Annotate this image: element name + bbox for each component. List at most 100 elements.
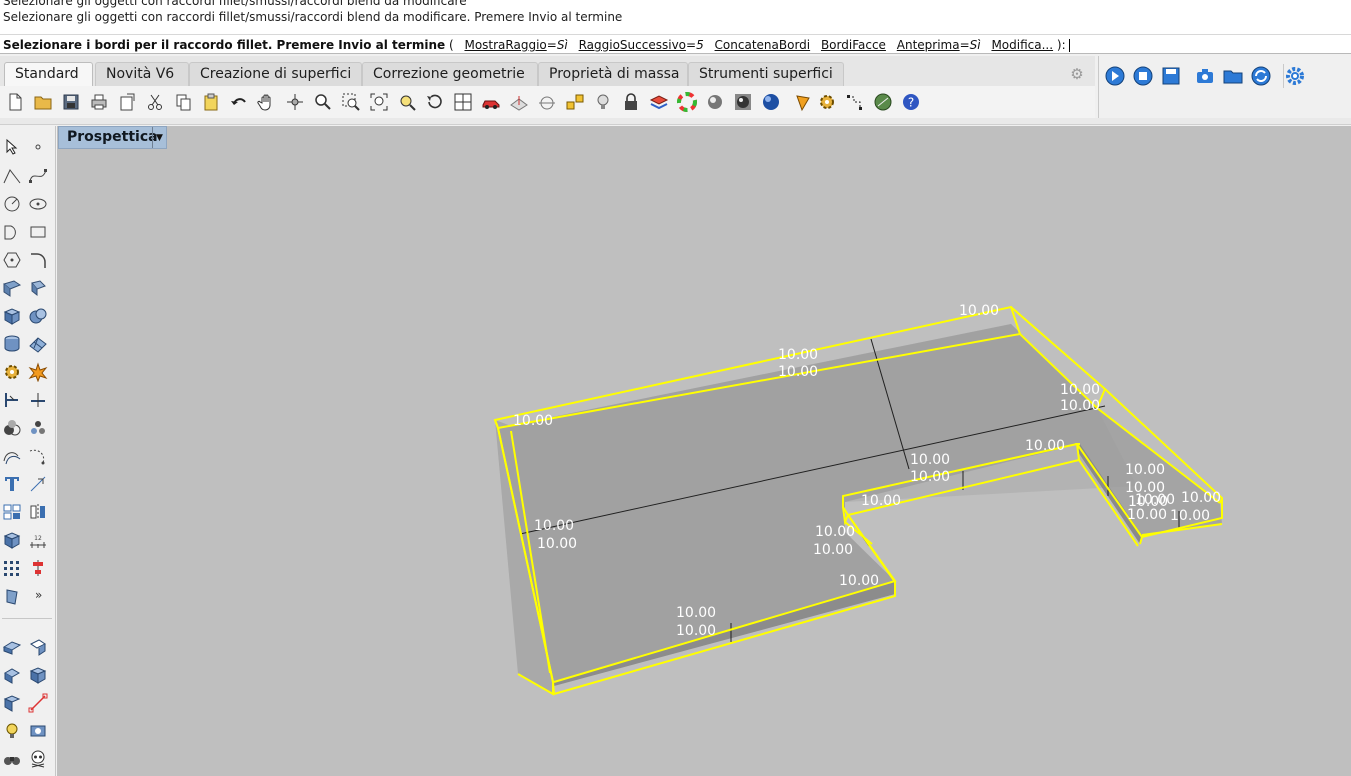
blend-edge-icon[interactable] — [1, 664, 23, 686]
zoom-dynamic-icon[interactable] — [312, 91, 334, 113]
transform-gear-icon[interactable] — [1, 361, 23, 383]
select-objects-icon[interactable] — [564, 91, 586, 113]
point-icon[interactable] — [27, 136, 49, 158]
boolean-icon[interactable] — [1, 417, 23, 439]
tab-standard[interactable]: Standard — [4, 62, 93, 86]
array-icon[interactable] — [1, 501, 23, 523]
curve-icon[interactable] — [27, 165, 49, 187]
polygon-icon[interactable] — [1, 249, 23, 271]
car-icon[interactable] — [480, 91, 502, 113]
option-modifica[interactable]: Modifica... — [991, 38, 1053, 52]
save-disk-icon[interactable] — [1160, 65, 1182, 87]
mirror-icon[interactable] — [27, 501, 49, 523]
measure-icon[interactable]: 12 — [27, 529, 49, 551]
render-sphere-icon[interactable] — [732, 91, 754, 113]
tab-proprieta-di-massa[interactable]: Proprietà di massa — [538, 62, 688, 86]
line-between-icon[interactable] — [27, 692, 49, 714]
mesh-icon[interactable] — [27, 333, 49, 355]
box-icon[interactable] — [1, 305, 23, 327]
grid-icon[interactable] — [1, 557, 23, 579]
tab-correzione-geometrie[interactable]: Correzione geometrie — [362, 62, 538, 86]
dimension-icon[interactable] — [27, 473, 49, 495]
camera-icon[interactable] — [1194, 65, 1216, 87]
save-icon[interactable] — [60, 91, 82, 113]
color-wheel-icon[interactable] — [676, 91, 698, 113]
layer-icon[interactable] — [648, 91, 670, 113]
light-bulb-icon[interactable] — [592, 91, 614, 113]
tab-creazione-di-superfici[interactable]: Creazione di superfici — [189, 62, 362, 86]
extrude-surface-icon[interactable] — [27, 277, 49, 299]
command-prompt[interactable]: Selezionare i bordi per il raccordo fill… — [0, 34, 1351, 54]
draft-angle-icon[interactable] — [792, 91, 814, 113]
export-icon[interactable] — [116, 91, 138, 113]
cplane-icon[interactable] — [508, 91, 530, 113]
viewport-title-tab[interactable]: Prospettica ▼ — [58, 126, 167, 149]
chamfer-edge-icon[interactable] — [27, 636, 49, 658]
polyline-icon[interactable] — [1, 165, 23, 187]
lock-icon[interactable] — [620, 91, 642, 113]
folder-icon[interactable] — [1222, 65, 1244, 87]
snap-icon[interactable] — [536, 91, 558, 113]
new-file-icon[interactable] — [4, 91, 26, 113]
arc-icon[interactable] — [1, 221, 23, 243]
blend-curve-icon[interactable] — [27, 445, 49, 467]
material-sphere-icon[interactable] — [704, 91, 726, 113]
cap-icon[interactable] — [1, 692, 23, 714]
grasshopper-icon[interactable] — [844, 91, 866, 113]
options-gear-icon[interactable] — [816, 91, 838, 113]
fillet-edge-icon[interactable] — [1, 636, 23, 658]
cylinder-icon[interactable] — [1, 333, 23, 355]
tab-strumenti-superfici[interactable]: Strumenti superfici — [688, 62, 844, 86]
undo-view-icon[interactable] — [424, 91, 446, 113]
binoculars-icon[interactable] — [1, 748, 23, 770]
explode-icon[interactable] — [27, 361, 49, 383]
split-icon[interactable] — [27, 389, 49, 411]
print-icon[interactable] — [88, 91, 110, 113]
text-icon[interactable] — [1, 473, 23, 495]
more-tools-chevron[interactable]: » — [35, 588, 42, 602]
pan-hand-icon[interactable] — [256, 91, 278, 113]
viewport-scene[interactable]: 10.0010.0010.0010.0010.0010.0010.0010.00… — [57, 126, 1351, 776]
option-bordi-facce[interactable]: BordiFacce — [821, 38, 886, 52]
perspective-viewport[interactable]: 10.00 10.00 10.00 10.00 10.00 10.00 10.00 10.00… — [57, 126, 1351, 776]
rectangle-icon[interactable] — [27, 221, 49, 243]
zoom-selected-icon[interactable] — [396, 91, 418, 113]
align-icon[interactable] — [27, 557, 49, 579]
surface-icon[interactable] — [1, 277, 23, 299]
open-folder-icon[interactable] — [32, 91, 54, 113]
solid-edit-icon[interactable] — [1, 529, 23, 551]
tab-settings-gear-icon[interactable]: ⚙ — [1068, 65, 1086, 83]
tab-novita-v6[interactable]: Novità V6 — [95, 62, 189, 86]
skull-icon[interactable] — [27, 748, 49, 770]
copy-icon[interactable] — [172, 91, 194, 113]
solid-box-icon[interactable] — [27, 664, 49, 686]
ellipse-icon[interactable] — [27, 193, 49, 215]
sphere-union-icon[interactable] — [27, 305, 49, 327]
zoom-window-icon[interactable] — [340, 91, 362, 113]
fillet-curve-icon[interactable] — [27, 249, 49, 271]
light-icon[interactable] — [1, 720, 23, 742]
stop-icon[interactable] — [1132, 65, 1154, 87]
paste-icon[interactable] — [200, 91, 222, 113]
render-settings-icon[interactable] — [27, 720, 49, 742]
draft-icon[interactable] — [1, 585, 23, 607]
option-raggio-successivo[interactable]: RaggioSuccessivo=5 — [579, 38, 704, 52]
cut-icon[interactable] — [144, 91, 166, 113]
circle-icon[interactable] — [1, 193, 23, 215]
globe-icon[interactable] — [872, 91, 894, 113]
play-icon[interactable] — [1104, 65, 1126, 87]
group-icon[interactable] — [27, 417, 49, 439]
viewport-menu-dropdown[interactable]: ▼ — [152, 127, 166, 148]
offset-icon[interactable] — [1, 445, 23, 467]
rotate-view-icon[interactable] — [284, 91, 306, 113]
zoom-extents-icon[interactable] — [368, 91, 390, 113]
help-icon[interactable]: ? — [900, 91, 922, 113]
trim-icon[interactable] — [1, 389, 23, 411]
option-mostra-raggio[interactable]: MostraRaggio=Sì — [464, 38, 567, 52]
render-icon[interactable] — [760, 91, 782, 113]
undo-icon[interactable] — [228, 91, 250, 113]
option-anteprima[interactable]: Anteprima=Sì — [897, 38, 981, 52]
four-viewports-icon[interactable] — [452, 91, 474, 113]
option-concatena-bordi[interactable]: ConcatenaBordi — [715, 38, 811, 52]
settings-gear-icon[interactable] — [1284, 65, 1306, 87]
